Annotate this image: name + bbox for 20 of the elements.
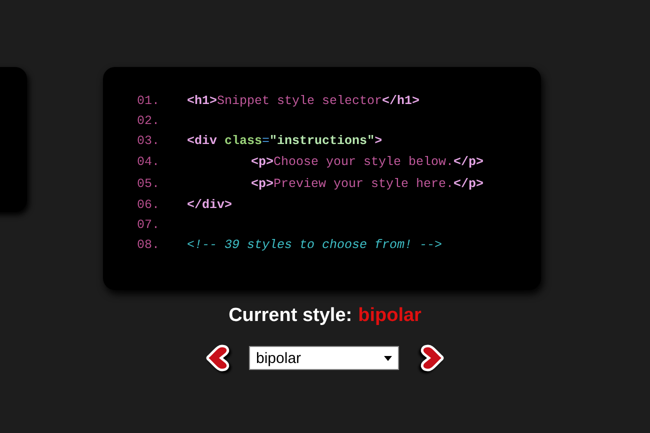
line-number: 04. [137,155,161,169]
next-arrow-button[interactable] [418,344,444,372]
line-number: 05. [137,177,161,191]
style-dropdown[interactable]: bipolar [249,346,399,370]
line-number: 01. [137,94,161,108]
dropdown-caret-icon [384,356,392,360]
code-line: <p>Choose your style below.</p> [251,155,484,169]
line-number: 08. [137,238,161,252]
code-line: <p>Preview your style here.</p> [251,177,484,191]
line-number: 03. [137,134,161,148]
code-line: <div class="instructions"> [187,134,382,148]
current-style-label: Current style: [228,305,352,327]
line-number: 02. [137,114,161,128]
line-number: 06. [137,198,161,212]
code-line: <!-- 39 styles to choose from! --> [187,238,442,252]
code-line: </div> [187,198,232,212]
line-number: 07. [137,218,161,232]
previous-arrow-button[interactable] [206,344,232,372]
code-line: <h1>Snippet style selector</h1> [187,94,420,108]
current-style-value: bipolar [358,305,422,327]
